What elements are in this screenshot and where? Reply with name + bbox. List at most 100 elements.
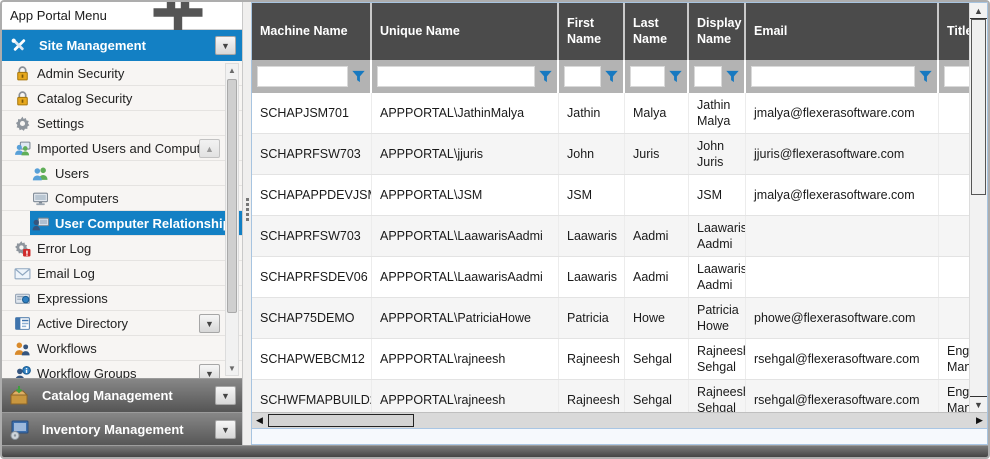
column-header-title[interactable]: Title [939,3,969,60]
sidebar-item-settings[interactable]: Settings [2,111,242,136]
filter-icon[interactable] [726,70,739,83]
column-header-last-name[interactable]: Last Name [625,3,689,60]
column-header-unique-name[interactable]: Unique Name [372,3,559,60]
horizontal-scrollbar-thumb[interactable] [268,414,414,427]
sidebar-item-error-log[interactable]: Error Log [2,236,242,261]
sidebar-item-email-log[interactable]: Email Log [2,261,242,286]
sidebar-item-workflow-groups[interactable]: Workflow Groups ▼ [2,361,242,378]
filter-input-email[interactable] [751,66,915,87]
sidebar-item-expressions[interactable]: Expressions [2,286,242,311]
cell-machine-name: SCHAPJSM701 [252,93,372,133]
sidebar-item-label: Users [55,166,89,181]
sidebar-title: App Portal Menu [10,8,122,23]
sidebar-item-label: Error Log [37,241,91,256]
sidebar-item-label: User Computer Relationships [55,216,238,231]
chevron-up-icon[interactable]: ▲ [199,139,220,158]
scroll-up-icon[interactable]: ▲ [970,3,987,19]
column-header-machine-name[interactable]: Machine Name [252,3,372,60]
filter-input-machine-name[interactable] [257,66,348,87]
cell-machine-name: SCHWFMAPBUILD2 [252,380,372,412]
cell-email [746,216,939,256]
scroll-down-icon[interactable]: ▼ [226,362,238,375]
scroll-left-icon[interactable]: ◀ [252,413,267,428]
sidebar-splitter[interactable] [243,2,251,446]
workflows-icon [14,340,31,357]
cell-title [939,257,969,297]
table-row[interactable]: SCHAPRFSW703APPPORTAL\LaawarisAadmiLaawa… [252,216,969,257]
column-header-first-name[interactable]: First Name [559,3,625,60]
cell-machine-name: SCHAPAPPDEVJSM [252,175,372,215]
cell-title [939,93,969,133]
cell-unique-name: APPPORTAL\jjuris [372,134,559,174]
filter-input-title[interactable] [944,66,969,87]
sidebar-scrollbar[interactable]: ▲ ▼ [225,63,239,376]
computer-icon [32,190,49,207]
chevron-down-icon[interactable]: ▼ [215,420,236,439]
filter-icon[interactable] [539,70,552,83]
sidebar-item-imported-users-and-computers[interactable]: Imported Users and Computers▲ [2,136,242,161]
chevron-down-icon[interactable]: ▼ [199,364,220,378]
column-header-display-name[interactable]: Display Name [689,3,746,60]
cell-email: jmalya@flexerasoftware.com [746,93,939,133]
table-row[interactable]: SCHWFMAPBUILD2APPPORTAL\rajneeshRajneesh… [252,380,969,412]
sidebar-scrollbar-thumb[interactable] [227,79,237,313]
table-row[interactable]: SCHAPJSM701APPPORTAL\JathinMalyaJathinMa… [252,93,969,134]
sidebar-item-computers[interactable]: Computers [2,186,242,211]
cell-unique-name: APPPORTAL\LaawarisAadmi [372,216,559,256]
cell-display-name: Rajneesh Sehgal [689,380,746,412]
table-row[interactable]: SCHAP75DEMOAPPPORTAL\PatriciaHowePatrici… [252,298,969,339]
sidebar-item-admin-security[interactable]: Admin Security [2,61,242,86]
section-label: Site Management [39,38,215,53]
cell-title [939,134,969,174]
filter-icon[interactable] [919,70,932,83]
chevron-down-icon[interactable]: ▼ [215,386,236,405]
cell-machine-name: SCHAPWEBCM12 [252,339,372,379]
filter-input-unique-name[interactable] [377,66,535,87]
cell-display-name: Jathin Malya [689,93,746,133]
vertical-scrollbar-thumb[interactable] [971,19,986,195]
table-row[interactable]: SCHAPRFSDEV06APPPORTAL\LaawarisAadmiLaaw… [252,257,969,298]
sidebar-item-users[interactable]: Users [2,161,242,186]
cell-title [939,216,969,256]
error-gear-icon [14,240,31,257]
splitter-grip-icon [246,198,249,223]
table-row[interactable]: SCHAPWEBCM12APPPORTAL\rajneeshRajneeshSe… [252,339,969,380]
chevron-down-icon[interactable]: ▼ [215,36,236,55]
sidebar-item-label: Workflows [37,341,97,356]
filter-input-first-name[interactable] [564,66,601,87]
expressions-icon [14,290,31,307]
scroll-down-icon[interactable]: ▼ [970,396,987,412]
grid-header-row: Machine NameUnique NameFirst NameLast Na… [252,3,969,60]
cell-unique-name: APPPORTAL\JathinMalya [372,93,559,133]
table-row[interactable]: SCHAPAPPDEVJSMAPPPORTAL\JSMJSMJSMjmalya@… [252,175,969,216]
scroll-up-icon[interactable]: ▲ [226,64,238,77]
filter-icon[interactable] [669,70,682,83]
sidebar-item-label: Workflow Groups [37,366,136,379]
grid-vertical-scrollbar[interactable]: ▲ ▼ [969,3,987,412]
sidebar-item-workflows[interactable]: Workflows [2,336,242,361]
cell-display-name: Laawaris Aadmi [689,257,746,297]
filter-input-last-name[interactable] [630,66,665,87]
table-row[interactable]: SCHAPRFSW703APPPORTAL\jjurisJohnJurisJoh… [252,134,969,175]
cell-last-name: Aadmi [625,216,689,256]
cell-machine-name: SCHAPRFSW703 [252,216,372,256]
pin-icon[interactable] [122,8,234,24]
chevron-down-icon[interactable]: ▼ [199,314,220,333]
scroll-right-icon[interactable]: ▶ [972,413,987,428]
sidebar-item-label: Admin Security [37,66,124,81]
cell-email: rsehgal@flexerasoftware.com [746,339,939,379]
sidebar-section-catalog-management[interactable]: Catalog Management ▼ [2,378,242,412]
sidebar-section-site-management[interactable]: Site Management ▼ [2,30,242,61]
user-computer-icon [32,215,49,232]
filter-icon[interactable] [352,70,365,83]
column-header-email[interactable]: Email [746,3,939,60]
cell-first-name: Laawaris [559,257,625,297]
grid-horizontal-scrollbar[interactable]: ◀ ▶ [252,412,987,428]
sidebar-item-user-computer-relationships[interactable]: User Computer Relationships [2,211,242,236]
app-window: App Portal Menu Site Management ▼ Admin … [0,0,990,459]
filter-input-display-name[interactable] [694,66,722,87]
filter-icon[interactable] [605,70,618,83]
sidebar-section-inventory-management[interactable]: Inventory Management ▼ [2,412,242,446]
sidebar-item-active-directory[interactable]: Active Directory▼ [2,311,242,336]
sidebar-item-catalog-security[interactable]: Catalog Security [2,86,242,111]
